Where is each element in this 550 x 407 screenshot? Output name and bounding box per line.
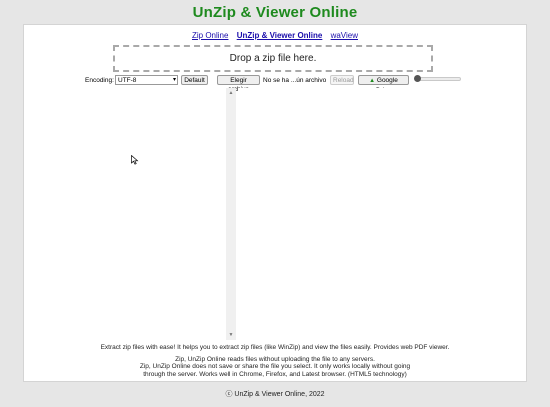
default-button[interactable]: Default	[181, 75, 208, 85]
encoding-label: Encoding:	[85, 77, 114, 84]
google-drive-icon: ▲	[369, 78, 376, 84]
drop-zone[interactable]: Drop a zip file here.	[113, 45, 433, 72]
file-list-pane[interactable]	[24, 88, 224, 340]
chevron-down-icon: ▾	[172, 77, 176, 83]
slider-thumb[interactable]	[414, 75, 421, 82]
info-line: Zip, UnZip Online reads files without up…	[175, 356, 375, 363]
info-line: through the server. Works well in Chrome…	[143, 370, 407, 378]
site-title: UnZip & Viewer Online	[192, 4, 358, 21]
main-panel: Zip Online UnZip & Viewer Online waView …	[23, 24, 527, 382]
description-text: Extract zip files with ease! It helps yo…	[100, 344, 450, 351]
reload-button[interactable]: Reload	[330, 75, 354, 85]
scroll-up-icon[interactable]: ▲	[226, 88, 236, 98]
zoom-slider[interactable]	[414, 75, 461, 82]
encoding-value: UTF-8	[118, 77, 137, 84]
toolbar: Encoding: UTF-8 ▾ Default Elegir archivo…	[24, 75, 526, 94]
no-file-text: No se ha ...ún archivo	[263, 77, 327, 84]
vertical-scrollbar[interactable]: ▲ ▼	[226, 88, 236, 340]
footer-copyright: ⓒ UnZip & Viewer Online, 2022	[225, 391, 325, 398]
viewer-pane[interactable]	[238, 88, 526, 340]
scroll-down-icon[interactable]: ▼	[226, 330, 236, 340]
nav-zip-online[interactable]: Zip Online	[192, 31, 228, 40]
nav-waview[interactable]: waView	[331, 31, 358, 40]
google-drive-button[interactable]: ▲ Google Drive	[358, 75, 409, 94]
top-nav: Zip Online UnZip & Viewer Online waView	[24, 31, 526, 40]
nav-unzip-viewer[interactable]: UnZip & Viewer Online	[237, 31, 323, 40]
choose-file-button[interactable]: Elegir archivo	[217, 75, 260, 93]
mouse-cursor-icon	[131, 155, 139, 165]
drop-zone-label: Drop a zip file here.	[229, 53, 317, 64]
encoding-select[interactable]: UTF-8 ▾	[115, 75, 178, 85]
info-line: Zip, UnZip Online does not save or share…	[139, 363, 411, 371]
info-text: Zip, UnZip Online reads files without up…	[24, 356, 526, 378]
